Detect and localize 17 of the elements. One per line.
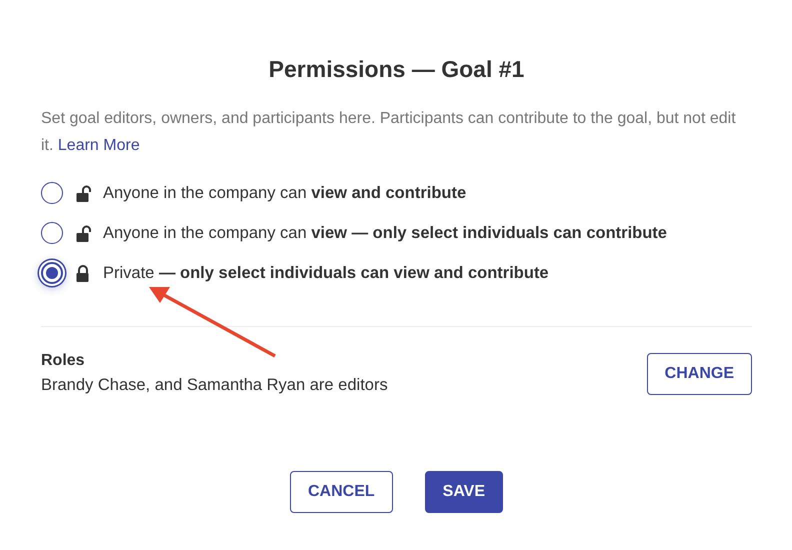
radio-button[interactable] [41,222,63,244]
option-label: Anyone in the company can view and contribute [103,184,466,202]
option-label: Anyone in the company can view — only select individuals can contribute [103,224,667,242]
lock-icon [75,264,91,282]
option-label: Private — only select individuals can view and contribute [103,264,549,282]
unlocked-lock-icon [75,184,91,202]
unlocked-lock-icon [75,224,91,242]
cancel-button[interactable]: CANCEL [290,471,393,513]
change-button[interactable]: CHANGE [646,352,752,394]
save-button[interactable]: SAVE [424,471,504,513]
radio-button[interactable] [41,262,63,284]
learn-more-link[interactable]: Learn More [58,137,140,154]
description: Set goal editors, owners, and participants here. Participants can contribute to the goal, but not edit it. Learn More [41,109,737,156]
radio-button[interactable] [41,182,63,204]
dialog-title: Permissions — Goal #1 [268,56,526,83]
roles-text: Brandy Chase, and Samantha Ryan are editors [41,376,388,395]
roles-heading: Roles [41,352,86,370]
